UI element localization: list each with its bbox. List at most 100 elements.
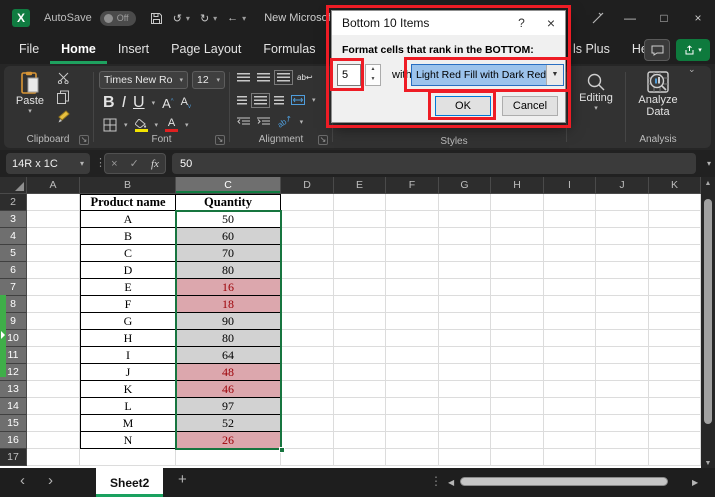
minimize-button[interactable]: — <box>613 0 647 36</box>
cell-A12[interactable] <box>27 364 80 381</box>
cell-J6[interactable] <box>596 262 649 279</box>
cell-B17[interactable] <box>80 449 176 466</box>
cell-F8[interactable] <box>386 296 439 313</box>
cell-A13[interactable] <box>27 381 80 398</box>
format-painter-icon[interactable] <box>57 110 70 123</box>
cell-E10[interactable] <box>334 330 386 347</box>
cell-H9[interactable] <box>491 313 544 330</box>
cell-C5[interactable]: 70 <box>176 245 281 262</box>
cell-B14[interactable]: L <box>80 398 176 415</box>
cancel-entry-icon[interactable]: × <box>111 158 117 170</box>
tab-home[interactable]: Home <box>50 36 107 64</box>
spinner-up-icon[interactable]: ▲ <box>366 65 380 75</box>
cell-K10[interactable] <box>649 330 701 347</box>
cell-J9[interactable] <box>596 313 649 330</box>
tab-ls-plus[interactable]: ls Plus <box>562 36 621 64</box>
col-header-G[interactable]: G <box>439 177 491 194</box>
cell-H11[interactable] <box>491 347 544 364</box>
cancel-button[interactable]: Cancel <box>502 96 558 116</box>
combo-dropdown-icon[interactable]: ▼ <box>546 65 563 85</box>
cell-J16[interactable] <box>596 432 649 449</box>
cell-E12[interactable] <box>334 364 386 381</box>
cell-G2[interactable] <box>439 194 491 211</box>
cell-J3[interactable] <box>596 211 649 228</box>
cell-C4[interactable]: 60 <box>176 228 281 245</box>
cell-J10[interactable] <box>596 330 649 347</box>
cell-C17[interactable] <box>176 449 281 466</box>
cell-A5[interactable] <box>27 245 80 262</box>
cell-J11[interactable] <box>596 347 649 364</box>
cell-K13[interactable] <box>649 381 701 398</box>
align-bottom-icon[interactable] <box>277 73 290 82</box>
align-top-icon[interactable] <box>237 73 250 82</box>
name-box[interactable]: 14R x 1C▾ <box>6 153 90 174</box>
cell-E16[interactable] <box>334 432 386 449</box>
cell-E17[interactable] <box>334 449 386 466</box>
cell-F13[interactable] <box>386 381 439 398</box>
back-arrow-icon[interactable]: ← <box>227 12 238 24</box>
cell-J17[interactable] <box>596 449 649 466</box>
cell-G14[interactable] <box>439 398 491 415</box>
cell-J8[interactable] <box>596 296 649 313</box>
cell-E9[interactable] <box>334 313 386 330</box>
sheetbar-divider[interactable]: ⋮ <box>430 474 442 488</box>
cell-I16[interactable] <box>544 432 596 449</box>
cell-A14[interactable] <box>27 398 80 415</box>
cell-E13[interactable] <box>334 381 386 398</box>
dialog-close-icon[interactable]: × <box>547 15 555 31</box>
cell-C14[interactable]: 97 <box>176 398 281 415</box>
cell-I14[interactable] <box>544 398 596 415</box>
tab-page-layout[interactable]: Page Layout <box>160 36 252 64</box>
cell-A7[interactable] <box>27 279 80 296</box>
cell-J13[interactable] <box>596 381 649 398</box>
col-header-C[interactable]: C <box>176 177 281 194</box>
cell-B5[interactable]: C <box>80 245 176 262</box>
cell-G13[interactable] <box>439 381 491 398</box>
copy-icon[interactable] <box>56 90 70 104</box>
cell-A6[interactable] <box>27 262 80 279</box>
horizontal-scrollbar[interactable] <box>460 477 686 488</box>
cell-D14[interactable] <box>281 398 334 415</box>
row-header-5[interactable]: 5 <box>0 245 27 262</box>
cell-G9[interactable] <box>439 313 491 330</box>
cell-H13[interactable] <box>491 381 544 398</box>
cell-G10[interactable] <box>439 330 491 347</box>
cell-K9[interactable] <box>649 313 701 330</box>
vscroll-thumb[interactable] <box>704 199 712 424</box>
format-style-select[interactable]: Light Red Fill with Dark Red Text ▼ <box>411 64 564 86</box>
hscroll-right-icon[interactable]: ▶ <box>692 478 698 487</box>
cell-E5[interactable] <box>334 245 386 262</box>
cell-F15[interactable] <box>386 415 439 432</box>
cell-D12[interactable] <box>281 364 334 381</box>
shrink-font-button[interactable]: Av <box>181 96 191 110</box>
cell-J12[interactable] <box>596 364 649 381</box>
grow-font-button[interactable]: A^ <box>162 96 174 111</box>
cell-F9[interactable] <box>386 313 439 330</box>
cell-B3[interactable]: A <box>80 211 176 228</box>
cell-D3[interactable] <box>281 211 334 228</box>
cell-H5[interactable] <box>491 245 544 262</box>
tab-file[interactable]: File <box>8 36 50 64</box>
cell-D15[interactable] <box>281 415 334 432</box>
cell-J7[interactable] <box>596 279 649 296</box>
cell-G17[interactable] <box>439 449 491 466</box>
cell-D6[interactable] <box>281 262 334 279</box>
cell-D17[interactable] <box>281 449 334 466</box>
cell-J14[interactable] <box>596 398 649 415</box>
decrease-indent-icon[interactable] <box>237 117 250 126</box>
col-header-K[interactable]: K <box>649 177 701 194</box>
cell-I13[interactable] <box>544 381 596 398</box>
cell-C6[interactable]: 80 <box>176 262 281 279</box>
cell-C13[interactable]: 46 <box>176 381 281 398</box>
cell-F3[interactable] <box>386 211 439 228</box>
cell-E7[interactable] <box>334 279 386 296</box>
row-header-6[interactable]: 6 <box>0 262 27 279</box>
spinner-down-icon[interactable]: ▼ <box>366 75 380 85</box>
cell-I17[interactable] <box>544 449 596 466</box>
cell-H7[interactable] <box>491 279 544 296</box>
col-header-J[interactable]: J <box>596 177 649 194</box>
cell-H10[interactable] <box>491 330 544 347</box>
cell-B2[interactable]: Product name <box>80 194 176 211</box>
cell-E6[interactable] <box>334 262 386 279</box>
hscroll-left-icon[interactable]: ◀ <box>448 478 454 487</box>
